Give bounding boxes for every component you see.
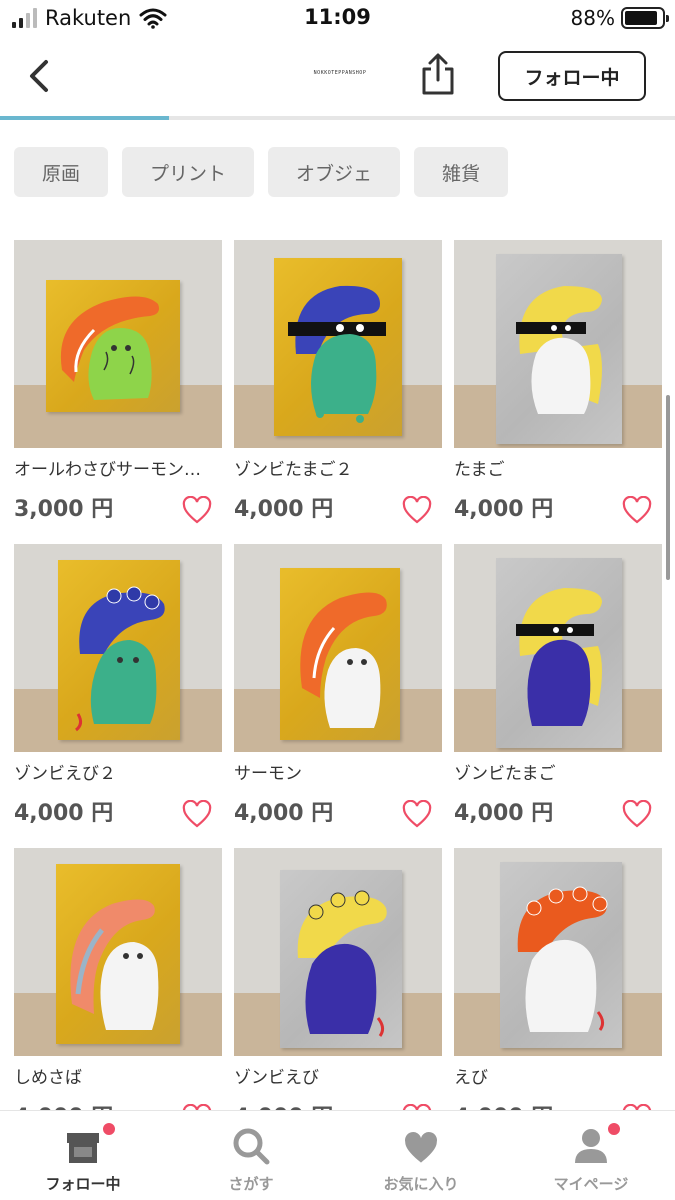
product-image[interactable] (14, 240, 222, 448)
heart-icon (405, 1132, 437, 1163)
product-card[interactable]: ゾンビえび２ 4,000 円 (14, 544, 222, 848)
product-title[interactable]: オールわさびサーモン… (14, 458, 214, 482)
product-card[interactable]: ゾンビたまご 4,000 円 (454, 544, 662, 848)
back-icon[interactable] (22, 56, 62, 96)
status-right: 88% (570, 6, 669, 30)
product-image[interactable] (14, 544, 222, 752)
bottom-tab-bar: フォロー中 さがす お気に入り マイページ (0, 1110, 675, 1200)
tab-progress-bar (0, 116, 675, 120)
tab-follow-label: フォロー中 (45, 1175, 121, 1193)
product-card[interactable]: しめさば 4,000 円 (14, 848, 222, 1152)
heart-icon[interactable] (182, 800, 212, 828)
tab-favorites-label: お気に入り (383, 1175, 459, 1193)
tab-search-label: さがす (228, 1175, 274, 1193)
category-chip-print[interactable]: プリント (122, 147, 255, 197)
category-chips: 原画 プリント オブジェ 雑貨 (14, 147, 509, 197)
user-icon (575, 1129, 607, 1163)
product-title[interactable]: ゾンビたまご (454, 762, 654, 786)
heart-icon[interactable] (402, 800, 432, 828)
tab-follow[interactable]: フォロー中 (8, 1121, 158, 1194)
follow-button[interactable]: フォロー中 (498, 51, 646, 101)
battery-icon (621, 7, 669, 29)
battery-percent: 88% (570, 6, 615, 30)
product-image[interactable] (454, 848, 662, 1056)
header: NOKKOTEPPANSHOP フォロー中 (0, 38, 675, 116)
product-card[interactable]: ゾンビたまご２ 4,000 円 (234, 240, 442, 544)
heart-icon[interactable] (622, 800, 652, 828)
category-chip-genga[interactable]: 原画 (14, 147, 109, 197)
product-image[interactable] (234, 544, 442, 752)
tab-progress-fill (0, 116, 169, 120)
heart-icon[interactable] (622, 496, 652, 524)
scrollbar[interactable] (666, 395, 670, 580)
tab-search[interactable]: さがす (176, 1125, 326, 1194)
product-title[interactable]: ゾンビたまご２ (234, 458, 434, 482)
product-image[interactable] (454, 544, 662, 752)
product-title[interactable]: えび (454, 1066, 654, 1090)
product-card[interactable]: オールわさびサーモン… 3,000 円 (14, 240, 222, 544)
status-bar: Rakuten 11:09 88% (0, 0, 675, 38)
product-title[interactable]: たまご (454, 458, 654, 482)
product-grid: オールわさびサーモン… 3,000 円 ゾンビたまご２ 4,000 円 たまご … (14, 240, 662, 1152)
tab-favorites[interactable]: お気に入り (346, 1125, 496, 1194)
product-card[interactable]: サーモン 4,000 円 (234, 544, 442, 848)
product-image[interactable] (234, 848, 442, 1056)
product-title[interactable]: ゾンビえび (234, 1066, 434, 1090)
product-image[interactable] (234, 240, 442, 448)
product-title[interactable]: ゾンビえび２ (14, 762, 214, 786)
product-card[interactable]: たまご 4,000 円 (454, 240, 662, 544)
category-chip-objet[interactable]: オブジェ (268, 147, 401, 197)
tab-mypage[interactable]: マイページ (516, 1121, 666, 1194)
shop-icon (67, 1133, 99, 1163)
product-title[interactable]: しめさば (14, 1066, 214, 1090)
product-card[interactable]: ゾンビえび 4,000 円 (234, 848, 442, 1152)
follow-badge (101, 1121, 117, 1137)
tab-mypage-label: マイページ (553, 1175, 629, 1193)
heart-icon[interactable] (402, 496, 432, 524)
search-icon (233, 1128, 270, 1165)
product-title[interactable]: サーモン (234, 762, 434, 786)
shop-logo[interactable]: NOKKOTEPPANSHOP (300, 70, 380, 76)
category-chip-zakka[interactable]: 雑貨 (414, 147, 509, 197)
share-icon[interactable] (418, 52, 458, 96)
heart-icon[interactable] (182, 496, 212, 524)
product-card[interactable]: えび 4,000 円 (454, 848, 662, 1152)
mypage-badge (606, 1121, 622, 1137)
product-image[interactable] (14, 848, 222, 1056)
product-image[interactable] (454, 240, 662, 448)
